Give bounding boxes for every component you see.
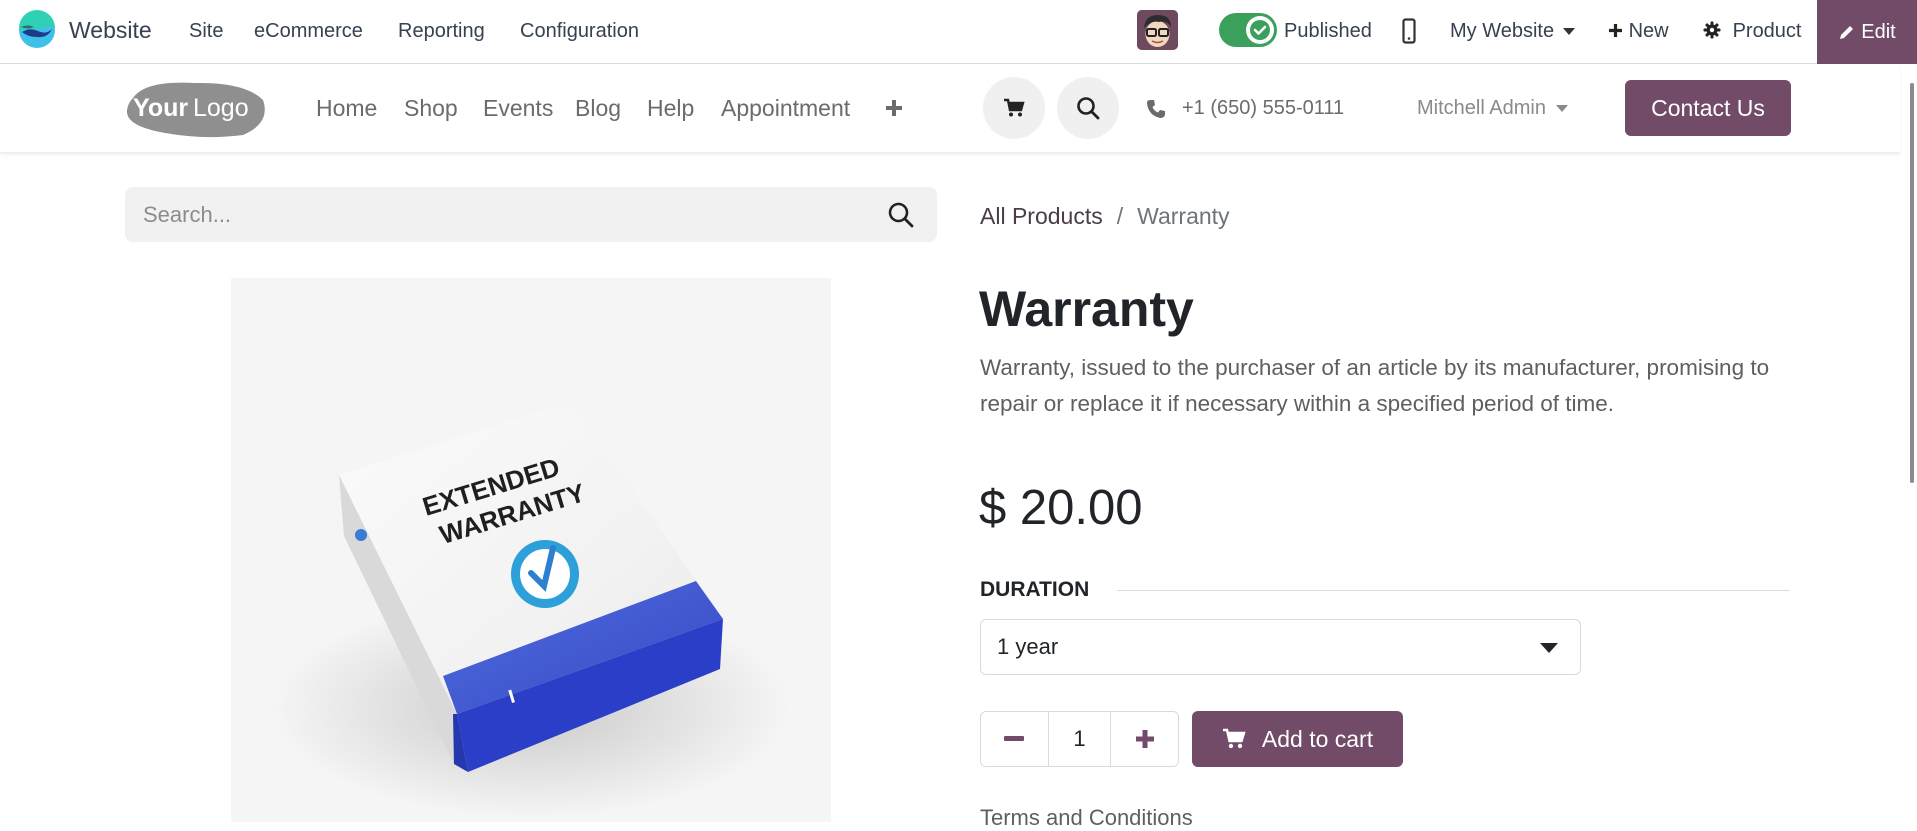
app-name[interactable]: Website bbox=[69, 17, 152, 44]
logo-text-bold: Your bbox=[133, 94, 188, 122]
website-selector[interactable]: My Website bbox=[1450, 20, 1575, 43]
cart-icon bbox=[1004, 98, 1025, 117]
search-icon bbox=[1077, 97, 1100, 120]
product-title: Warranty bbox=[979, 281, 1194, 337]
phone-link[interactable]: +1 (650) 555-0111 bbox=[1146, 97, 1344, 120]
product-description: Warranty, issued to the purchaser of an … bbox=[980, 355, 1770, 416]
cart-button[interactable] bbox=[983, 77, 1045, 139]
menu-site[interactable]: Site bbox=[189, 20, 223, 43]
product-search-input[interactable] bbox=[143, 187, 863, 242]
published-toggle[interactable] bbox=[1219, 13, 1277, 47]
nav-events[interactable]: Events bbox=[483, 95, 553, 122]
cart-icon bbox=[1222, 728, 1246, 749]
breadcrumb-all-products[interactable]: All Products bbox=[980, 203, 1103, 230]
decrease-quantity-button[interactable] bbox=[981, 712, 1048, 766]
menu-ecommerce[interactable]: eCommerce bbox=[254, 20, 363, 43]
edit-label: Edit bbox=[1861, 20, 1896, 43]
terms-and-conditions-link[interactable]: Terms and Conditions bbox=[980, 805, 1193, 831]
nav-appointment[interactable]: Appointment bbox=[721, 95, 850, 122]
phone-icon bbox=[1147, 99, 1165, 118]
add-to-cart-label: Add to cart bbox=[1261, 725, 1374, 752]
logo-text-light: Logo bbox=[193, 94, 249, 122]
search-icon[interactable] bbox=[887, 201, 915, 229]
quantity-stepper: 1 bbox=[980, 711, 1179, 767]
pencil-icon bbox=[1840, 25, 1854, 39]
user-dropdown[interactable]: Mitchell Admin bbox=[1417, 97, 1568, 120]
published-label[interactable]: Published bbox=[1284, 20, 1372, 43]
add-menu-plus-icon[interactable] bbox=[885, 99, 903, 117]
product-search bbox=[125, 187, 937, 242]
duration-select[interactable]: 1 year bbox=[980, 619, 1581, 675]
menu-reporting[interactable]: Reporting bbox=[398, 20, 485, 43]
website-header: Your Logo Home Shop Events Blog Help App… bbox=[0, 65, 1900, 153]
product-image: EXTENDED WARRANTY bbox=[231, 278, 831, 822]
product-label: Product bbox=[1732, 20, 1802, 42]
nav-shop[interactable]: Shop bbox=[404, 95, 458, 122]
nav-help[interactable]: Help bbox=[647, 95, 694, 122]
plus-icon bbox=[1609, 24, 1622, 37]
nav-blog[interactable]: Blog bbox=[575, 95, 621, 122]
minus-icon bbox=[1004, 736, 1025, 741]
website-selector-label: My Website bbox=[1450, 20, 1555, 42]
website-app-icon[interactable] bbox=[18, 10, 56, 50]
chevron-down-icon bbox=[1540, 643, 1558, 653]
extended-warranty-box-image: EXTENDED WARRANTY bbox=[231, 278, 831, 822]
increase-quantity-button[interactable] bbox=[1111, 712, 1178, 766]
page-scrollbar[interactable] bbox=[1910, 83, 1914, 483]
attribute-label: DURATION bbox=[980, 578, 1090, 601]
check-circle-icon bbox=[1250, 20, 1270, 40]
duration-selected-value: 1 year bbox=[997, 634, 1059, 659]
phone-number: +1 (650) 555-0111 bbox=[1182, 97, 1345, 119]
menu-configuration[interactable]: Configuration bbox=[520, 20, 639, 43]
user-name: Mitchell Admin bbox=[1417, 97, 1546, 119]
caret-down-icon bbox=[1562, 28, 1575, 36]
gear-icon bbox=[1703, 21, 1721, 39]
breadcrumb: All Products / Warranty bbox=[980, 203, 1230, 230]
new-button[interactable]: New bbox=[1608, 20, 1669, 43]
avatar-face-icon bbox=[1137, 10, 1178, 50]
product-price: $ 20.00 bbox=[979, 481, 1143, 535]
nav-home[interactable]: Home bbox=[316, 95, 377, 122]
breadcrumb-current: Warranty bbox=[1137, 203, 1230, 229]
header-search-button[interactable] bbox=[1057, 77, 1119, 139]
quantity-input[interactable]: 1 bbox=[1047, 712, 1112, 766]
user-avatar[interactable] bbox=[1137, 10, 1178, 50]
breadcrumb-separator: / bbox=[1116, 203, 1124, 229]
caret-down-icon bbox=[1555, 105, 1568, 112]
attribute-divider bbox=[1117, 590, 1790, 591]
product-button[interactable]: Product bbox=[1703, 20, 1802, 43]
your-logo[interactable]: Your Logo bbox=[125, 78, 268, 138]
edit-button[interactable]: Edit bbox=[1817, 0, 1917, 64]
contact-us-button[interactable]: Contact Us bbox=[1625, 80, 1791, 136]
add-to-cart-button[interactable]: Add to cart bbox=[1192, 711, 1403, 767]
mobile-preview-icon[interactable] bbox=[1402, 18, 1416, 44]
plus-icon bbox=[1135, 730, 1154, 748]
new-label: New bbox=[1628, 20, 1669, 42]
odoo-top-bar: Website Site eCommerce Reporting Configu… bbox=[0, 0, 1917, 64]
